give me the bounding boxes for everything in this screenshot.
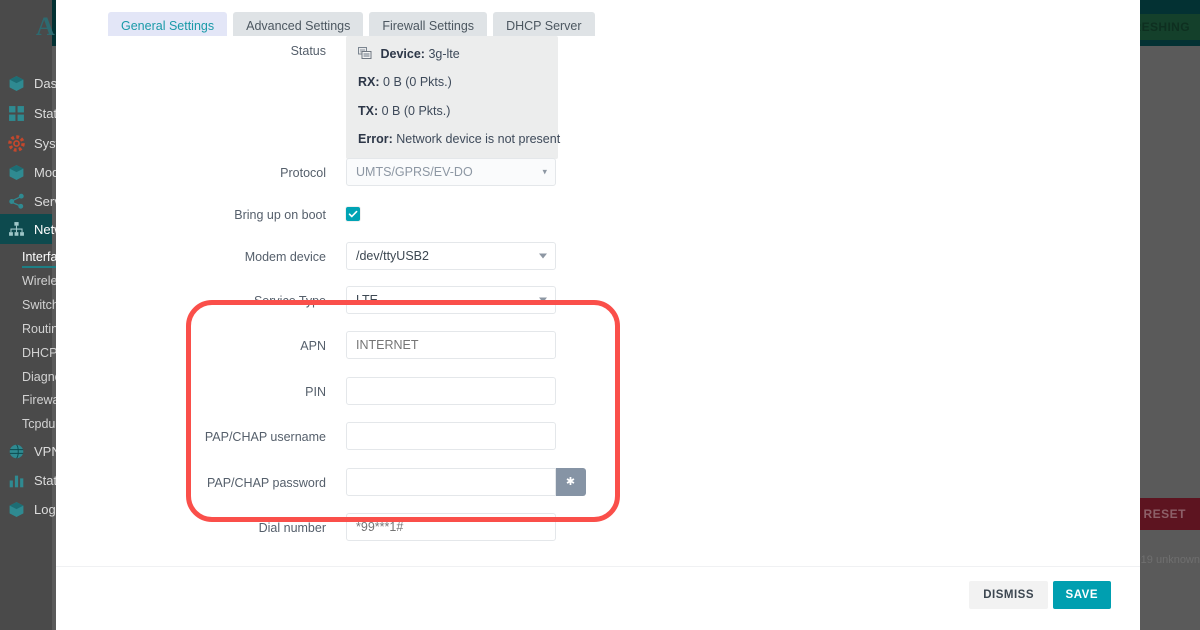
settings-form: Status Device: 3g-lte [56, 36, 1140, 566]
modem-device-select[interactable]: /dev/ttyUSB2 [346, 242, 556, 270]
field-row-dial-number: Dial number [56, 513, 756, 543]
sidebar-item-logout[interactable]: Logout [0, 494, 52, 524]
bring-up-on-boot-checkbox[interactable] [346, 207, 360, 221]
sidebar-subitem-dhcp-and-dns[interactable]: DHCP and DNS [0, 340, 52, 365]
cube-icon [8, 501, 25, 518]
protocol-select[interactable]: UMTS/GPRS/EV-DO [346, 158, 556, 186]
field-row-status: Status Device: 3g-lte [56, 36, 756, 159]
pap-chap-password-input[interactable] [346, 468, 556, 496]
status-value: 0 B (0 Pkts.) [383, 75, 452, 89]
field-row-modem-device: Modem device /dev/ttyUSB2 [56, 242, 756, 272]
modal-footer: DISMISS SAVE [56, 566, 1140, 630]
sidebar-item-services[interactable]: Services [0, 186, 52, 216]
status-key: Device: [380, 47, 424, 61]
sidebar-item-network[interactable]: Network [0, 214, 52, 244]
dial-number-label: Dial number [56, 513, 346, 543]
network-device-icon [358, 47, 372, 60]
field-row-service-type: Service Type LTE [56, 286, 756, 316]
status-line-rx: RX: 0 B (0 Pkts.) [358, 74, 546, 90]
status-label: Status [56, 36, 346, 66]
pap-chap-username-input[interactable] [346, 422, 556, 450]
field-row-pap-chap-password: PAP/CHAP password ✱ [56, 468, 756, 498]
sidebar-subitem-interfaces[interactable]: Interfaces [0, 244, 52, 269]
reset-button[interactable]: RESET [1129, 498, 1200, 530]
asterisk-icon: ✱ [566, 477, 575, 488]
sidebar-subitem-diagnostics[interactable]: Diagnostics [0, 364, 52, 389]
field-row-protocol: Protocol UMTS/GPRS/EV-DO ▾ [56, 158, 756, 188]
pap-chap-password-label: PAP/CHAP password [56, 468, 346, 498]
cube-icon [8, 75, 25, 92]
cube-icon [8, 164, 25, 181]
share-nodes-icon [8, 193, 25, 210]
protocol-label: Protocol [56, 158, 346, 188]
service-type-label: Service Type [56, 286, 346, 316]
globe-icon [8, 443, 25, 460]
save-button[interactable]: SAVE [1053, 581, 1111, 609]
sidebar-subitem-firewall[interactable]: Firewall [0, 387, 52, 412]
sidebar-subitem-tcpdump[interactable]: Tcpdump [0, 411, 52, 436]
sidebar-subitem-label: Switch [22, 298, 59, 312]
dismiss-button[interactable]: DISMISS [969, 581, 1048, 609]
password-reveal-button[interactable]: ✱ [556, 468, 586, 496]
bring-up-on-boot-label: Bring up on boot [56, 200, 346, 230]
screen: REFRESHING RESET 2019 unknown A Dashboar… [0, 0, 1200, 630]
app-logo: A [36, 14, 55, 40]
protocol-select-wrap[interactable]: UMTS/GPRS/EV-DO ▾ [346, 158, 556, 186]
pap-chap-password-group: ✱ [346, 468, 590, 496]
status-key: Error: [358, 132, 393, 146]
sidebar: A Dashboard Status [0, 0, 52, 630]
dial-number-input[interactable] [346, 513, 556, 541]
sidebar-item-modem[interactable]: Modem [0, 157, 52, 187]
status-value: Network device is not present [396, 132, 560, 146]
sitemap-icon [8, 221, 25, 238]
field-row-apn: APN [56, 331, 756, 361]
grid-icon [8, 105, 25, 122]
sidebar-subitem-routing[interactable]: Routing [0, 316, 52, 341]
sidebar-subitem-switch[interactable]: Switch [0, 292, 52, 317]
modem-device-label: Modem device [56, 242, 346, 272]
sidebar-item-statistics[interactable]: Statistics [0, 465, 52, 495]
pin-input[interactable] [346, 377, 556, 405]
gear-icon [8, 135, 25, 152]
sidebar-subitem-wireless[interactable]: Wireless [0, 268, 52, 293]
apn-label: APN [56, 331, 346, 361]
field-row-bring-up-on-boot: Bring up on boot [56, 200, 756, 230]
bar-chart-icon [8, 472, 25, 489]
sidebar-item-system[interactable]: System [0, 128, 52, 158]
sidebar-item-vpn[interactable]: VPN [0, 436, 52, 466]
field-row-pin: PIN [56, 377, 756, 407]
status-line-error: Error: Network device is not present [358, 131, 546, 147]
sidebar-item-dashboard[interactable]: Dashboard [0, 68, 52, 98]
pin-label: PIN [56, 377, 346, 407]
status-value: 0 B (0 Pkts.) [382, 104, 451, 118]
field-row-pap-chap-username: PAP/CHAP username [56, 422, 756, 452]
pap-chap-username-label: PAP/CHAP username [56, 422, 346, 452]
status-key: RX: [358, 75, 380, 89]
status-line-tx: TX: 0 B (0 Pkts.) [358, 103, 546, 119]
apn-input[interactable] [346, 331, 556, 359]
status-key: TX: [358, 104, 378, 118]
status-value: 3g-lte [428, 47, 459, 61]
service-type-select-wrap[interactable]: LTE [346, 286, 556, 314]
status-line-device: Device: 3g-lte [358, 46, 546, 62]
sidebar-item-status[interactable]: Status [0, 98, 52, 128]
modem-device-select-wrap[interactable]: /dev/ttyUSB2 [346, 242, 556, 270]
status-box: Device: 3g-lte RX: 0 B (0 Pkts.) TX: 0 B… [346, 36, 558, 159]
interface-settings-modal: General Settings Advanced Settings Firew… [56, 0, 1140, 630]
service-type-select[interactable]: LTE [346, 286, 556, 314]
check-icon [348, 209, 358, 219]
